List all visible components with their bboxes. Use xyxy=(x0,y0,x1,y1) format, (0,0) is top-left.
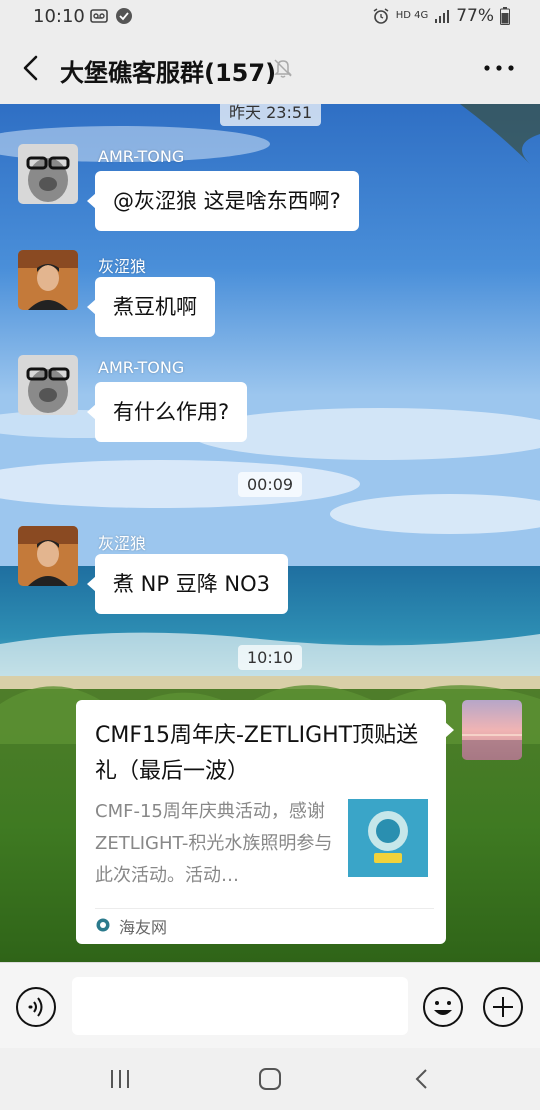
message-sender: AMR-TONG xyxy=(98,358,185,377)
chat-header: 大堡礁客服群(157) xyxy=(0,34,540,104)
message-sender: AMR-TONG xyxy=(98,147,185,166)
mute-bell-icon xyxy=(274,59,292,78)
link-card-source: 海友网 xyxy=(119,918,168,937)
chat-title: 大堡礁客服群(157) xyxy=(60,59,277,87)
message-bubble[interactable]: @灰涩狼 这是啥东西啊? xyxy=(87,171,359,231)
source-logo-icon xyxy=(96,918,110,932)
avatar-image xyxy=(18,250,78,310)
status-bar: 10:10 HD 4G 77% xyxy=(0,0,540,34)
avatar[interactable] xyxy=(18,355,78,415)
status-right: HD 4G 77% xyxy=(372,6,510,26)
message-bubble[interactable]: 有什么作用? xyxy=(86,382,248,442)
status-time: 10:10 xyxy=(33,6,85,27)
battery-percent: 77% xyxy=(456,6,494,26)
recent-apps-icon[interactable] xyxy=(106,1066,134,1092)
avatar-image xyxy=(462,700,522,760)
link-card-title: CMF15周年庆-ZETLIGHT顶贴送礼（最后一波） xyxy=(95,723,419,784)
link-card-description: CMF-15周年庆典活动，感谢ZETLIGHT-积光水族照明参与此次活动。活动… xyxy=(95,801,333,886)
timestamp-chip: 昨天 23:51 xyxy=(220,104,322,126)
link-card-divider xyxy=(95,908,434,909)
network-label: HD 4G xyxy=(395,10,429,21)
back-button[interactable] xyxy=(14,50,50,86)
message-sender: 灰涩狼 xyxy=(98,257,147,276)
emoji-button[interactable] xyxy=(422,986,464,1028)
self-avatar[interactable] xyxy=(462,700,522,760)
avatar[interactable] xyxy=(18,526,78,586)
avatar-image xyxy=(18,144,78,204)
input-bar xyxy=(0,962,540,1048)
message-input[interactable] xyxy=(72,977,408,1035)
avatar[interactable] xyxy=(18,250,78,310)
home-icon[interactable] xyxy=(256,1066,284,1092)
app-notification-icon xyxy=(116,8,132,24)
alarm-icon xyxy=(373,8,389,24)
timestamp-chip: 10:10 xyxy=(238,645,303,670)
avatar-image xyxy=(18,526,78,586)
signal-icon xyxy=(435,10,450,23)
avatar[interactable] xyxy=(18,144,78,204)
avatar-image xyxy=(18,355,78,415)
message-bubble[interactable]: 煮豆机啊 xyxy=(87,277,215,337)
message-sender: 灰涩狼 xyxy=(98,534,147,553)
voice-input-button[interactable] xyxy=(15,986,57,1028)
link-card[interactable]: CMF15周年庆-ZETLIGHT顶贴送礼（最后一波） CMF-15周年庆典活动… xyxy=(76,700,454,944)
more-actions-button[interactable] xyxy=(482,986,524,1028)
message-bubble[interactable]: 煮 NP 豆降 NO3 xyxy=(87,554,288,614)
link-card-thumbnail xyxy=(348,799,428,877)
more-options-button[interactable] xyxy=(482,56,516,80)
voicemail-icon xyxy=(90,9,108,23)
chat-area[interactable]: 昨天 23:51 AMR-TONG @灰涩狼 这是啥东西啊? 灰涩狼 煮豆机啊 xyxy=(0,104,540,962)
battery-icon xyxy=(500,7,510,25)
system-nav-bar xyxy=(0,1048,540,1110)
back-nav-icon[interactable] xyxy=(408,1066,436,1092)
timestamp-chip: 00:09 xyxy=(238,472,303,497)
